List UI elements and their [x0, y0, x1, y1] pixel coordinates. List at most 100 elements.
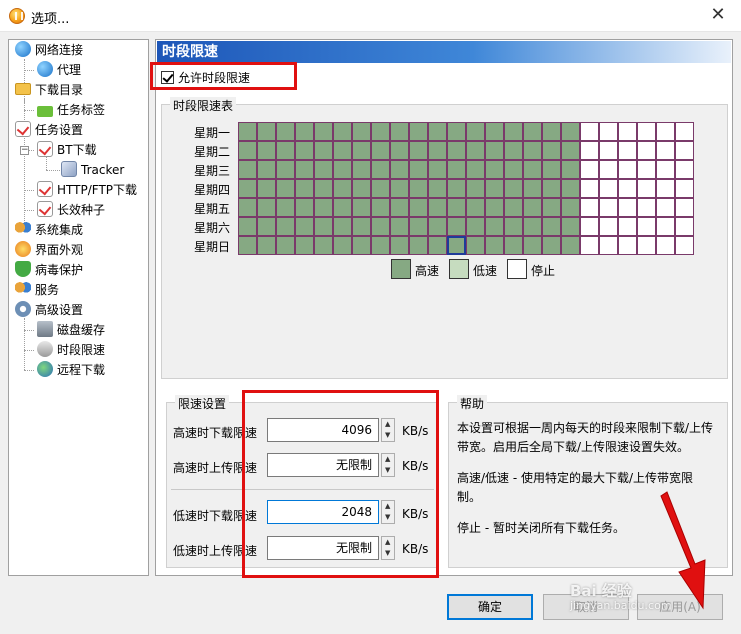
schedule-cell[interactable]: [542, 198, 561, 217]
tree-item-network[interactable]: 网络连接: [15, 40, 83, 60]
schedule-cell[interactable]: [314, 122, 333, 141]
schedule-cell[interactable]: [295, 160, 314, 179]
schedule-cell[interactable]: [295, 236, 314, 255]
schedule-cell[interactable]: [599, 141, 618, 160]
schedule-cell[interactable]: [618, 198, 637, 217]
schedule-cell[interactable]: [428, 198, 447, 217]
schedule-cell[interactable]: [371, 141, 390, 160]
schedule-cell[interactable]: [276, 160, 295, 179]
schedule-cell[interactable]: [656, 198, 675, 217]
schedule-cell[interactable]: [314, 141, 333, 160]
schedule-cell[interactable]: [428, 217, 447, 236]
schedule-cell[interactable]: [485, 217, 504, 236]
schedule-cell[interactable]: [276, 217, 295, 236]
tree-item-appearance[interactable]: 界面外观: [15, 240, 83, 260]
tree-item-http-ftp[interactable]: HTTP/FTP下载: [37, 180, 137, 200]
schedule-cell[interactable]: [314, 217, 333, 236]
schedule-cell[interactable]: [333, 122, 352, 141]
schedule-cell[interactable]: [371, 179, 390, 198]
schedule-cell[interactable]: [504, 179, 523, 198]
schedule-cell[interactable]: [371, 122, 390, 141]
schedule-cell[interactable]: [352, 179, 371, 198]
schedule-cell[interactable]: [637, 160, 656, 179]
schedule-cell[interactable]: [447, 160, 466, 179]
schedule-cell[interactable]: [561, 160, 580, 179]
schedule-cell[interactable]: [599, 160, 618, 179]
schedule-cell[interactable]: [675, 179, 694, 198]
schedule-cell[interactable]: [428, 160, 447, 179]
tree-item-bt[interactable]: BT下载: [37, 140, 97, 160]
schedule-cell[interactable]: [390, 236, 409, 255]
schedule-cell[interactable]: [523, 122, 542, 141]
schedule-cell[interactable]: [523, 198, 542, 217]
schedule-cell[interactable]: [599, 217, 618, 236]
schedule-cell[interactable]: [656, 179, 675, 198]
schedule-cell[interactable]: [637, 122, 656, 141]
schedule-cell[interactable]: [409, 160, 428, 179]
schedule-cell[interactable]: [447, 141, 466, 160]
schedule-cell[interactable]: [599, 198, 618, 217]
schedule-cell[interactable]: [618, 122, 637, 141]
schedule-cell[interactable]: [314, 198, 333, 217]
schedule-cell[interactable]: [466, 160, 485, 179]
tree-item-disk-cache[interactable]: 磁盘缓存: [37, 320, 105, 340]
schedule-cell[interactable]: [580, 141, 599, 160]
tree-collapse-toggle[interactable]: −: [20, 146, 29, 155]
schedule-cell[interactable]: [428, 236, 447, 255]
schedule-cell[interactable]: [485, 179, 504, 198]
schedule-cell[interactable]: [371, 160, 390, 179]
schedule-cell[interactable]: [257, 160, 276, 179]
schedule-cell[interactable]: [580, 198, 599, 217]
schedule-cell[interactable]: [314, 179, 333, 198]
schedule-cell[interactable]: [466, 217, 485, 236]
schedule-cell[interactable]: [637, 179, 656, 198]
schedule-cell[interactable]: [675, 160, 694, 179]
schedule-cell[interactable]: [580, 160, 599, 179]
schedule-cell[interactable]: [333, 236, 352, 255]
schedule-cell[interactable]: [371, 217, 390, 236]
schedule-cell[interactable]: [504, 236, 523, 255]
schedule-cell[interactable]: [542, 179, 561, 198]
schedule-cell[interactable]: [276, 179, 295, 198]
schedule-cell[interactable]: [447, 122, 466, 141]
schedule-cell[interactable]: [276, 236, 295, 255]
ok-button[interactable]: 确定: [447, 594, 533, 620]
schedule-cell[interactable]: [675, 236, 694, 255]
tree-item-service[interactable]: 服务: [15, 280, 59, 300]
schedule-cell[interactable]: [656, 236, 675, 255]
schedule-cell[interactable]: [599, 236, 618, 255]
schedule-cell[interactable]: [238, 160, 257, 179]
schedule-cell[interactable]: [466, 179, 485, 198]
schedule-cell[interactable]: [656, 160, 675, 179]
schedule-cell[interactable]: [352, 198, 371, 217]
schedule-cell[interactable]: [485, 236, 504, 255]
schedule-cell[interactable]: [523, 141, 542, 160]
schedule-cell[interactable]: [352, 217, 371, 236]
schedule-cell[interactable]: [504, 141, 523, 160]
schedule-cell[interactable]: [390, 122, 409, 141]
schedule-cell[interactable]: [238, 236, 257, 255]
schedule-cell[interactable]: [333, 160, 352, 179]
schedule-cell[interactable]: [485, 122, 504, 141]
schedule-cell[interactable]: [257, 122, 276, 141]
schedule-cell[interactable]: [276, 141, 295, 160]
tree-item-tracker[interactable]: Tracker: [61, 160, 124, 180]
schedule-cell[interactable]: [390, 141, 409, 160]
tree-item-task-tags[interactable]: 任务标签: [37, 100, 105, 120]
schedule-cell[interactable]: [409, 217, 428, 236]
schedule-cell[interactable]: [428, 179, 447, 198]
schedule-cell[interactable]: [371, 236, 390, 255]
schedule-cell[interactable]: [466, 236, 485, 255]
schedule-cell[interactable]: [599, 179, 618, 198]
schedule-cell[interactable]: [409, 198, 428, 217]
schedule-cell[interactable]: [295, 141, 314, 160]
schedule-cell[interactable]: [675, 198, 694, 217]
tree-item-system-integration[interactable]: 系统集成: [15, 220, 83, 240]
schedule-cell[interactable]: [618, 236, 637, 255]
schedule-cell[interactable]: [390, 179, 409, 198]
tree-item-virus-protection[interactable]: 病毒保护: [15, 260, 83, 280]
schedule-cell[interactable]: [276, 198, 295, 217]
schedule-cell[interactable]: [523, 160, 542, 179]
schedule-cell[interactable]: [314, 160, 333, 179]
schedule-cell[interactable]: [276, 122, 295, 141]
